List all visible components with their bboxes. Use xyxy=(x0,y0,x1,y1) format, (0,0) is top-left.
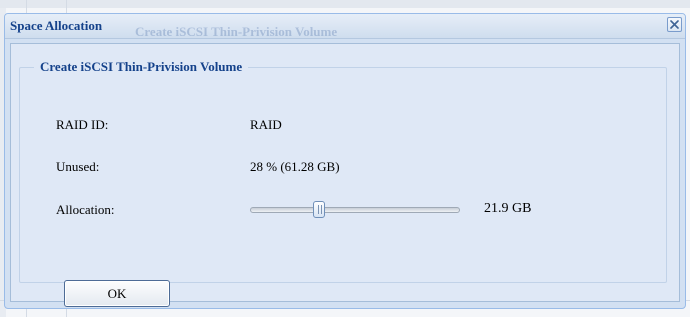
dialog-body: Create iSCSI Thin-Privision Volume RAID … xyxy=(10,43,680,307)
raid-id-value: RAID xyxy=(250,117,282,132)
allocation-slider-thumb[interactable] xyxy=(313,201,325,218)
allocation-value: 21.9 GB xyxy=(484,201,532,216)
allocation-label: Allocation: xyxy=(56,202,115,217)
space-allocation-dialog: Create iSCSI Thin-Privision Volume Space… xyxy=(4,13,686,309)
ok-button[interactable]: OK xyxy=(64,280,170,307)
close-button[interactable] xyxy=(667,17,682,32)
unused-value: 28 % (61.28 GB) xyxy=(250,159,340,174)
dialog-titlebar[interactable]: Create iSCSI Thin-Privision Volume Space… xyxy=(5,14,685,39)
dialog-title: Space Allocation xyxy=(10,18,103,33)
allocation-slider-track[interactable] xyxy=(250,207,460,213)
backdrop-stripe xyxy=(0,0,690,8)
thin-provision-volume-group: Create iSCSI Thin-Privision Volume RAID … xyxy=(19,59,667,307)
allocation-slider[interactable] xyxy=(250,201,460,218)
unused-label: Unused: xyxy=(56,159,100,174)
close-icon xyxy=(670,20,679,29)
background-window-title: Create iSCSI Thin-Privision Volume xyxy=(135,24,338,39)
raid-id-label: RAID ID: xyxy=(56,117,109,132)
group-legend: Create iSCSI Thin-Privision Volume xyxy=(40,59,243,74)
